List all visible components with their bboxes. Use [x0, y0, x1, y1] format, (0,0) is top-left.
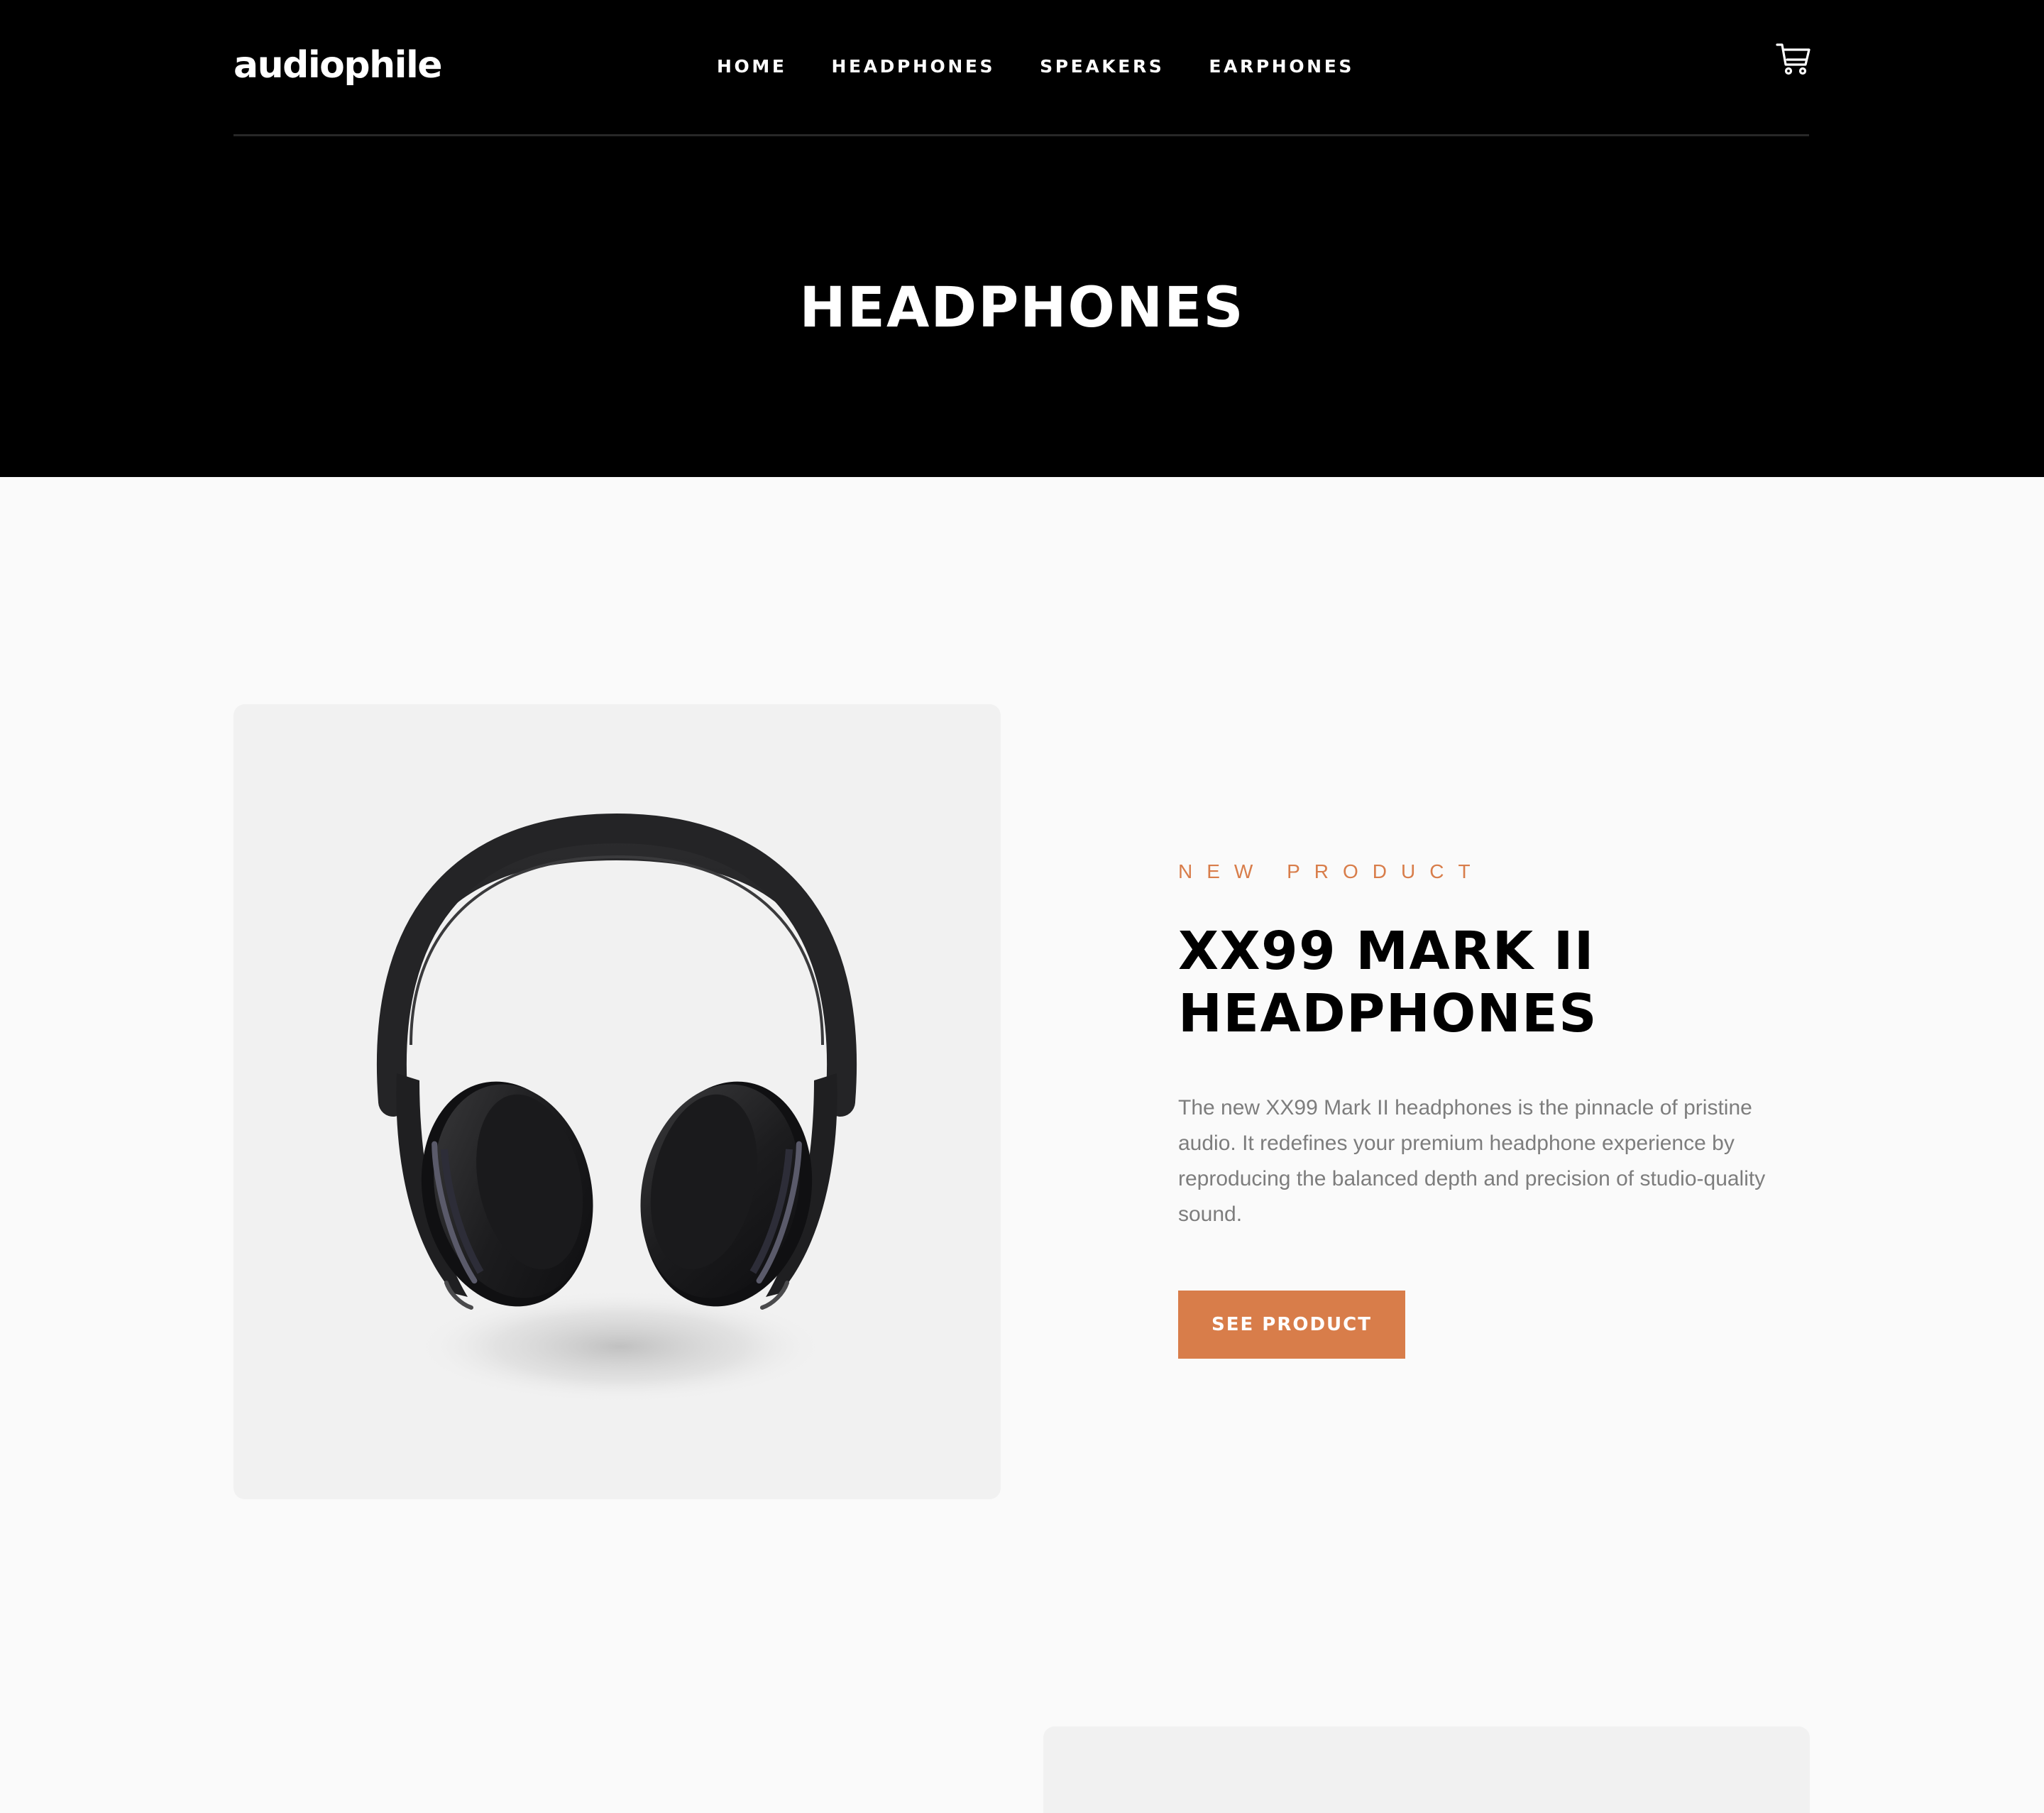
nav-link-home[interactable]: HOME [717, 53, 787, 81]
product-image-card [233, 704, 1001, 1499]
nav-link-earphones[interactable]: EARPHONES [1209, 53, 1354, 81]
product-info: NEW PRODUCT XX99 MARK II HEADPHONES The … [1178, 858, 1817, 1359]
cart-icon[interactable] [1776, 41, 1811, 77]
product-title-line-2: HEADPHONES [1178, 983, 1598, 1044]
nav-link-headphones[interactable]: HEADPHONES [832, 53, 996, 81]
see-product-button[interactable]: SEE PRODUCT [1178, 1291, 1405, 1359]
logo[interactable]: audiophile [233, 40, 443, 91]
page-title: HEADPHONES [799, 276, 1245, 340]
product-title-line-1: XX99 MARK II [1178, 921, 1595, 982]
product-description: The new XX99 Mark II headphones is the p… [1178, 1096, 1766, 1226]
new-product-label: NEW PRODUCT [1178, 860, 1485, 882]
next-product-image-card [1043, 1726, 1810, 1813]
nav-links: HOME HEADPHONES SPEAKERS EARPHONES [717, 53, 1399, 81]
product-title: XX99 MARK II HEADPHONES [1178, 920, 1675, 1045]
nav-link-speakers[interactable]: SPEAKERS [1040, 53, 1164, 81]
navbar: audiophile HOME HEADPHONES SPEAKERS EARP… [233, 0, 1811, 136]
headphones-image [376, 813, 857, 1403]
hero-header: audiophile HOME HEADPHONES SPEAKERS EARP… [0, 0, 2044, 477]
